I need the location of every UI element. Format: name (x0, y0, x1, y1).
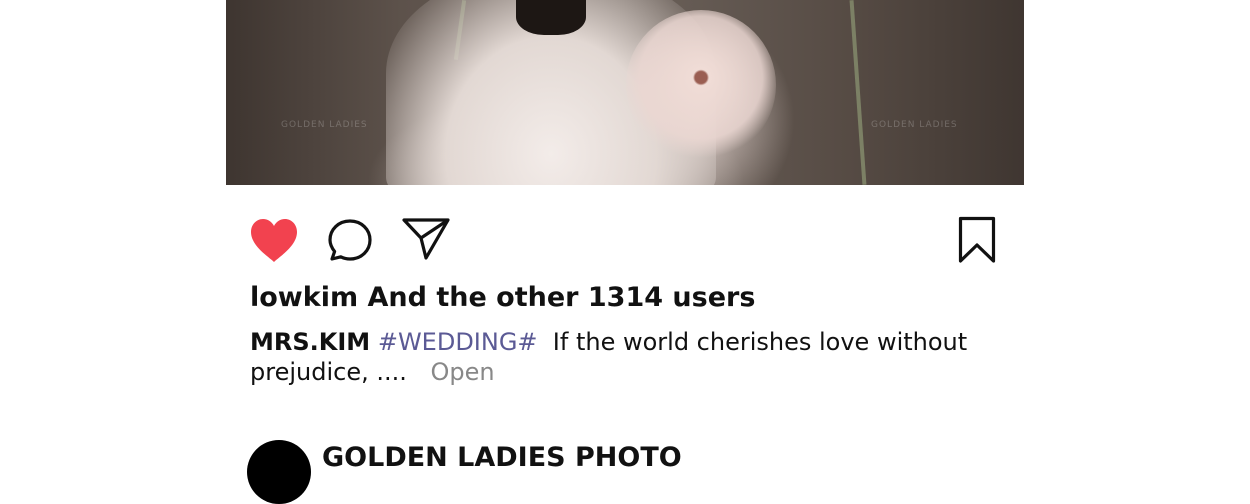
post-image[interactable]: GOLDEN LADIES GOLDEN LADIES (226, 0, 1024, 185)
bookmark-icon[interactable] (958, 216, 996, 264)
post-caption: MRS.KIM #WEDDING# If the world cherishes… (250, 327, 970, 387)
avatar[interactable] (247, 440, 311, 504)
paper-plane-icon[interactable] (401, 216, 451, 262)
flower-stem (849, 0, 867, 185)
bride-hair (516, 0, 586, 35)
watermark: GOLDEN LADIES (871, 120, 958, 130)
likes-count[interactable]: lowkim And the other 1314 users (250, 282, 755, 313)
comment-bubble-icon[interactable] (326, 217, 374, 265)
caption-hashtag[interactable]: #WEDDING# (378, 328, 538, 356)
caption-author[interactable]: MRS.KIM (250, 328, 370, 356)
heart-icon[interactable] (249, 218, 299, 264)
pink-flower (626, 10, 776, 160)
caption-open-link[interactable]: Open (431, 358, 495, 386)
watermark: GOLDEN LADIES (281, 120, 368, 130)
